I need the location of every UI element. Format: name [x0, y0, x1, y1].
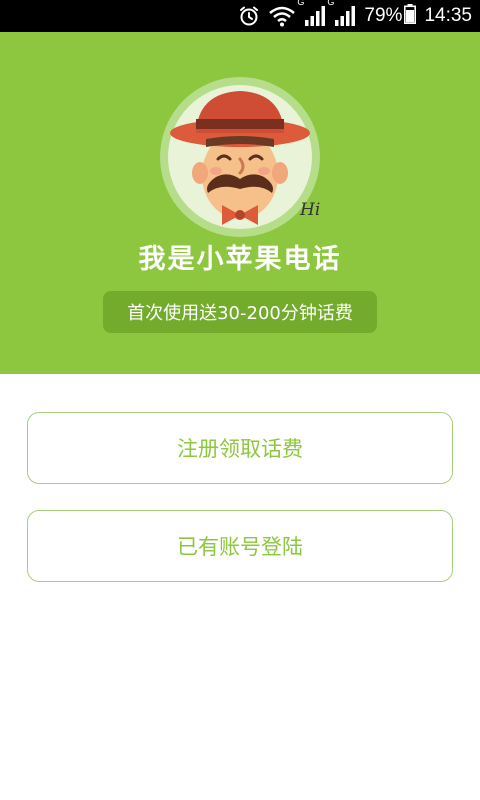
app-title: 我是小苹果电话 [138, 244, 342, 275]
register-button[interactable]: 注册领取话费 [27, 412, 453, 484]
wifi-icon [268, 5, 296, 27]
login-button[interactable]: 已有账号登陆 [27, 510, 453, 582]
status-bar: G G 79% 14:35 [0, 0, 480, 32]
signal-icon-2: G [327, 0, 356, 26]
mascot-greeting: Hi [300, 200, 321, 220]
network-type-label: G [297, 0, 305, 7]
signal-icon-1: G [297, 0, 326, 26]
mascot-avatar [158, 75, 322, 239]
battery-percent: 79% [364, 5, 403, 26]
status-time: 14:35 [424, 5, 472, 26]
promo-badge: 首次使用送30-200分钟话费 [103, 291, 377, 333]
hero-banner: Hi 我是小苹果电话 首次使用送30-200分钟话费 [0, 32, 480, 374]
alarm-icon [238, 5, 260, 27]
battery-icon [404, 4, 417, 28]
network-type-label-2: G [327, 0, 335, 7]
